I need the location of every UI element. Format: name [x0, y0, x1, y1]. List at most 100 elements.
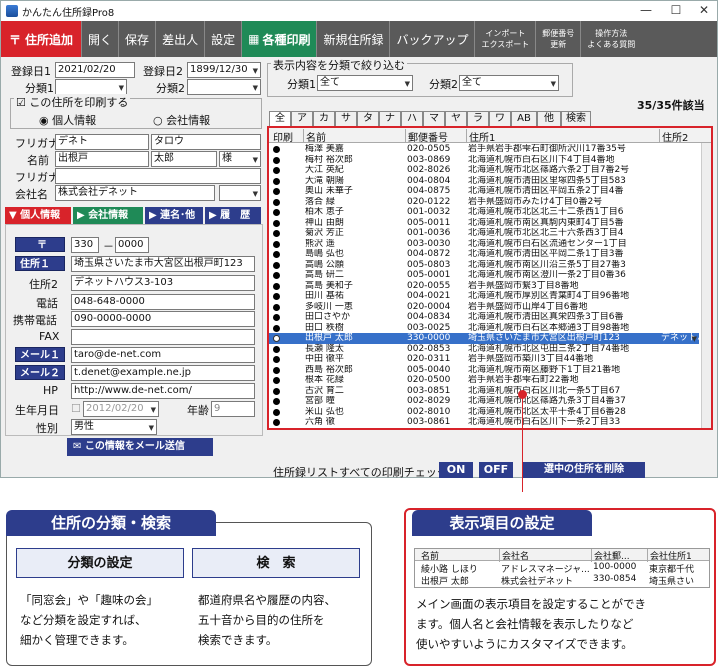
table-row[interactable]: 多岐川 一恵 020-0004 岩手県盛岡市山岸4丁目6番地	[269, 302, 699, 313]
kana-tab[interactable]: サ	[335, 111, 357, 126]
settings-button[interactable]: 設定	[205, 21, 243, 57]
reg1-input[interactable]: 2021/02/20	[55, 62, 135, 78]
reg2-input[interactable]: 1899/12/30	[187, 62, 261, 78]
kana-tab[interactable]: マ	[423, 111, 445, 126]
print-mark-icon[interactable]	[273, 324, 280, 332]
sender-button[interactable]: 差出人	[156, 21, 206, 57]
print-mark-icon[interactable]	[273, 335, 280, 342]
col-print[interactable]: 印刷	[271, 129, 293, 144]
send-mail-button[interactable]: ✉ この情報をメール送信	[67, 438, 213, 456]
print-mark-icon[interactable]	[273, 387, 280, 395]
print-mark-icon[interactable]	[273, 251, 280, 258]
table-row[interactable]: 梅村 裕次郎 003-0869 北海道札幌市白石区川下4丁目4番地	[269, 155, 699, 166]
backup-button[interactable]: バックアップ	[390, 21, 476, 57]
cat2-select[interactable]	[187, 79, 261, 95]
tab-history[interactable]: ▶ 履 歴	[205, 207, 261, 224]
print-mark-icon[interactable]	[273, 209, 280, 216]
print-mark-icon[interactable]	[273, 314, 280, 321]
maximize-button[interactable]: ☐	[661, 3, 691, 17]
zip2-input[interactable]: 0000	[115, 237, 149, 253]
name-first-input[interactable]: 太郎	[151, 151, 217, 167]
cat1-select[interactable]	[55, 79, 127, 95]
print-mark-icon[interactable]	[273, 419, 280, 426]
table-row[interactable]: 奥山 未華子 004-0875 北海道札幌市清田区平岡五条2丁目4番	[269, 186, 699, 197]
table-row[interactable]: 柏木 恵子 001-0032 北海道札幌市北区北三十二条西1丁目6	[269, 207, 699, 218]
print-mark-icon[interactable]	[273, 240, 280, 248]
table-row[interactable]: 梅澤 美嘉 020-0505 岩手県岩手郡雫石町御所沢川17番35号	[269, 144, 699, 155]
table-row[interactable]: 長瀬 隆太 002-0853 北海道札幌市北区屯田三条2丁目74番地	[269, 344, 699, 355]
kana-tab[interactable]: ラ	[467, 111, 489, 126]
address-list[interactable]: 印刷 名前 郵便番号 住所1 住所2 梅澤 美嘉 020-0505 岩手県岩手郡雫石…	[267, 126, 713, 430]
zip-button[interactable]: 〒	[15, 237, 65, 252]
table-row[interactable]: 田口さやか 004-0834 北海道札幌市清田区真栄四条3丁目6番	[269, 312, 699, 323]
tab-joint[interactable]: ▶ 連名･他	[145, 207, 203, 224]
kana-tab[interactable]: AB	[511, 111, 537, 126]
mail2-input[interactable]: t.denet@example.ne.jp	[71, 365, 255, 381]
table-row[interactable]: 神山 由朗 005-0011 北海道札幌市南区真駒内東町4丁目5番	[269, 218, 699, 229]
print-mark-icon[interactable]	[273, 303, 280, 311]
kana-tab[interactable]: タ	[357, 111, 379, 126]
print-mark-icon[interactable]	[273, 219, 280, 227]
company-input[interactable]: 株式会社デネット	[55, 185, 215, 201]
list-scrollbar[interactable]	[701, 143, 711, 428]
print-mark-icon[interactable]	[273, 230, 280, 237]
print-all-on-button[interactable]: ON	[439, 462, 473, 478]
name-last-input[interactable]: 出根戸	[55, 151, 149, 167]
table-row[interactable]: 島嶋 弘也 004-0872 北海道札幌市清田区平岡二条1丁目3番	[269, 249, 699, 260]
table-row[interactable]: 六角 徹 003-0861 北海道札幌市白石区川下一条2丁目33	[269, 417, 699, 428]
print-mark-icon[interactable]	[273, 272, 280, 279]
print-mark-icon[interactable]	[273, 156, 280, 164]
table-row[interactable]: 熊沢 遥 003-0030 北海道札幌市白石区流通センター1丁目	[269, 239, 699, 250]
print-mark-icon[interactable]	[273, 282, 280, 290]
honorific-select[interactable]: 様	[219, 151, 261, 167]
kana-first-input[interactable]: タロウ	[151, 134, 261, 150]
table-row[interactable]: 田川 基祐 004-0021 北海道札幌市厚別区青葉町4丁目96番地	[269, 291, 699, 302]
table-row[interactable]: 大滝 朝陽 004-0804 北海道札幌市清田区里塚四条5丁目583	[269, 176, 699, 187]
kana-tab[interactable]: ア	[291, 111, 313, 126]
print-mark-icon[interactable]	[273, 146, 280, 153]
mail1-button[interactable]: メール１	[15, 347, 65, 362]
print-mark-icon[interactable]	[273, 345, 280, 353]
kana-tab[interactable]: カ	[313, 111, 335, 126]
col-zip[interactable]: 郵便番号	[405, 129, 448, 144]
kana-tab[interactable]: ワ	[489, 111, 511, 126]
print-mark-icon[interactable]	[273, 177, 280, 185]
company-select[interactable]	[219, 185, 261, 201]
kana-tab[interactable]: ハ	[401, 111, 423, 126]
kana-last-input[interactable]: デネト	[55, 134, 149, 150]
kana-tab[interactable]: ナ	[379, 111, 401, 126]
import-export-button[interactable]: インポート エクスポート	[475, 21, 537, 57]
save-button[interactable]: 保存	[119, 21, 157, 57]
birth-input[interactable]: 2012/02/20	[83, 401, 159, 417]
col-addr1[interactable]: 住所1	[466, 129, 495, 144]
mail1-input[interactable]: taro@de-net.com	[71, 347, 255, 363]
kana-tab[interactable]: ヤ	[445, 111, 467, 126]
print-button[interactable]: ▦ 各種印刷	[242, 21, 318, 57]
table-row[interactable]: 出根戸 太郎 330-0000 埼玉県さいたま市大宮区出根戸町123 デネットハ	[269, 333, 706, 344]
minimize-button[interactable]: —	[631, 3, 661, 17]
table-row[interactable]: 宮部 瞳 002-8029 北海道札幌市北区篠路九条3丁目4番37	[269, 396, 699, 407]
new-book-button[interactable]: 新規住所録	[317, 21, 391, 57]
table-row[interactable]: 西島 裕次郎 005-0040 北海道札幌市南区藤野下1丁目21番地	[269, 365, 699, 376]
table-row[interactable]: 根本 花緑 020-0500 岩手県岩手郡雫石町22番地	[269, 375, 699, 386]
print-mark-icon[interactable]	[273, 408, 280, 416]
table-row[interactable]: 菊沢 芳正 001-0036 北海道札幌市北区北三十六条西3丁目4	[269, 228, 699, 239]
add-address-button[interactable]: 〒住所追加	[1, 21, 83, 57]
birth-check[interactable]: ☐	[71, 402, 81, 415]
print-mark-icon[interactable]	[273, 198, 280, 206]
kana-tab[interactable]: 他	[537, 111, 561, 126]
table-row[interactable]: 中田 徹平 020-0311 岩手県盛岡市築川3丁目44番地	[269, 354, 699, 365]
tel-input[interactable]: 048-648-0000	[71, 294, 255, 310]
table-row[interactable]: 高島 美和子 020-0055 岩手県盛岡市繋3丁目8番地	[269, 281, 699, 292]
tab-company[interactable]: ▶ 会社情報	[73, 207, 143, 224]
mail2-button[interactable]: メール２	[15, 365, 65, 380]
print-mark-icon[interactable]	[273, 366, 280, 374]
table-row[interactable]: 落合 緑 020-0122 岩手県盛岡市みたけ4丁目0番2号	[269, 197, 699, 208]
print-all-off-button[interactable]: OFF	[479, 462, 513, 478]
kana-tab[interactable]: 全	[269, 111, 291, 126]
radio-personal[interactable]: ◉ 個人情報	[39, 112, 96, 128]
hp-input[interactable]: http://www.de-net.com/	[71, 383, 255, 399]
help-button[interactable]: 操作方法 よくある質問	[581, 21, 641, 57]
mobile-input[interactable]: 090-0000-0000	[71, 311, 255, 327]
open-button[interactable]: 開く	[82, 21, 120, 57]
